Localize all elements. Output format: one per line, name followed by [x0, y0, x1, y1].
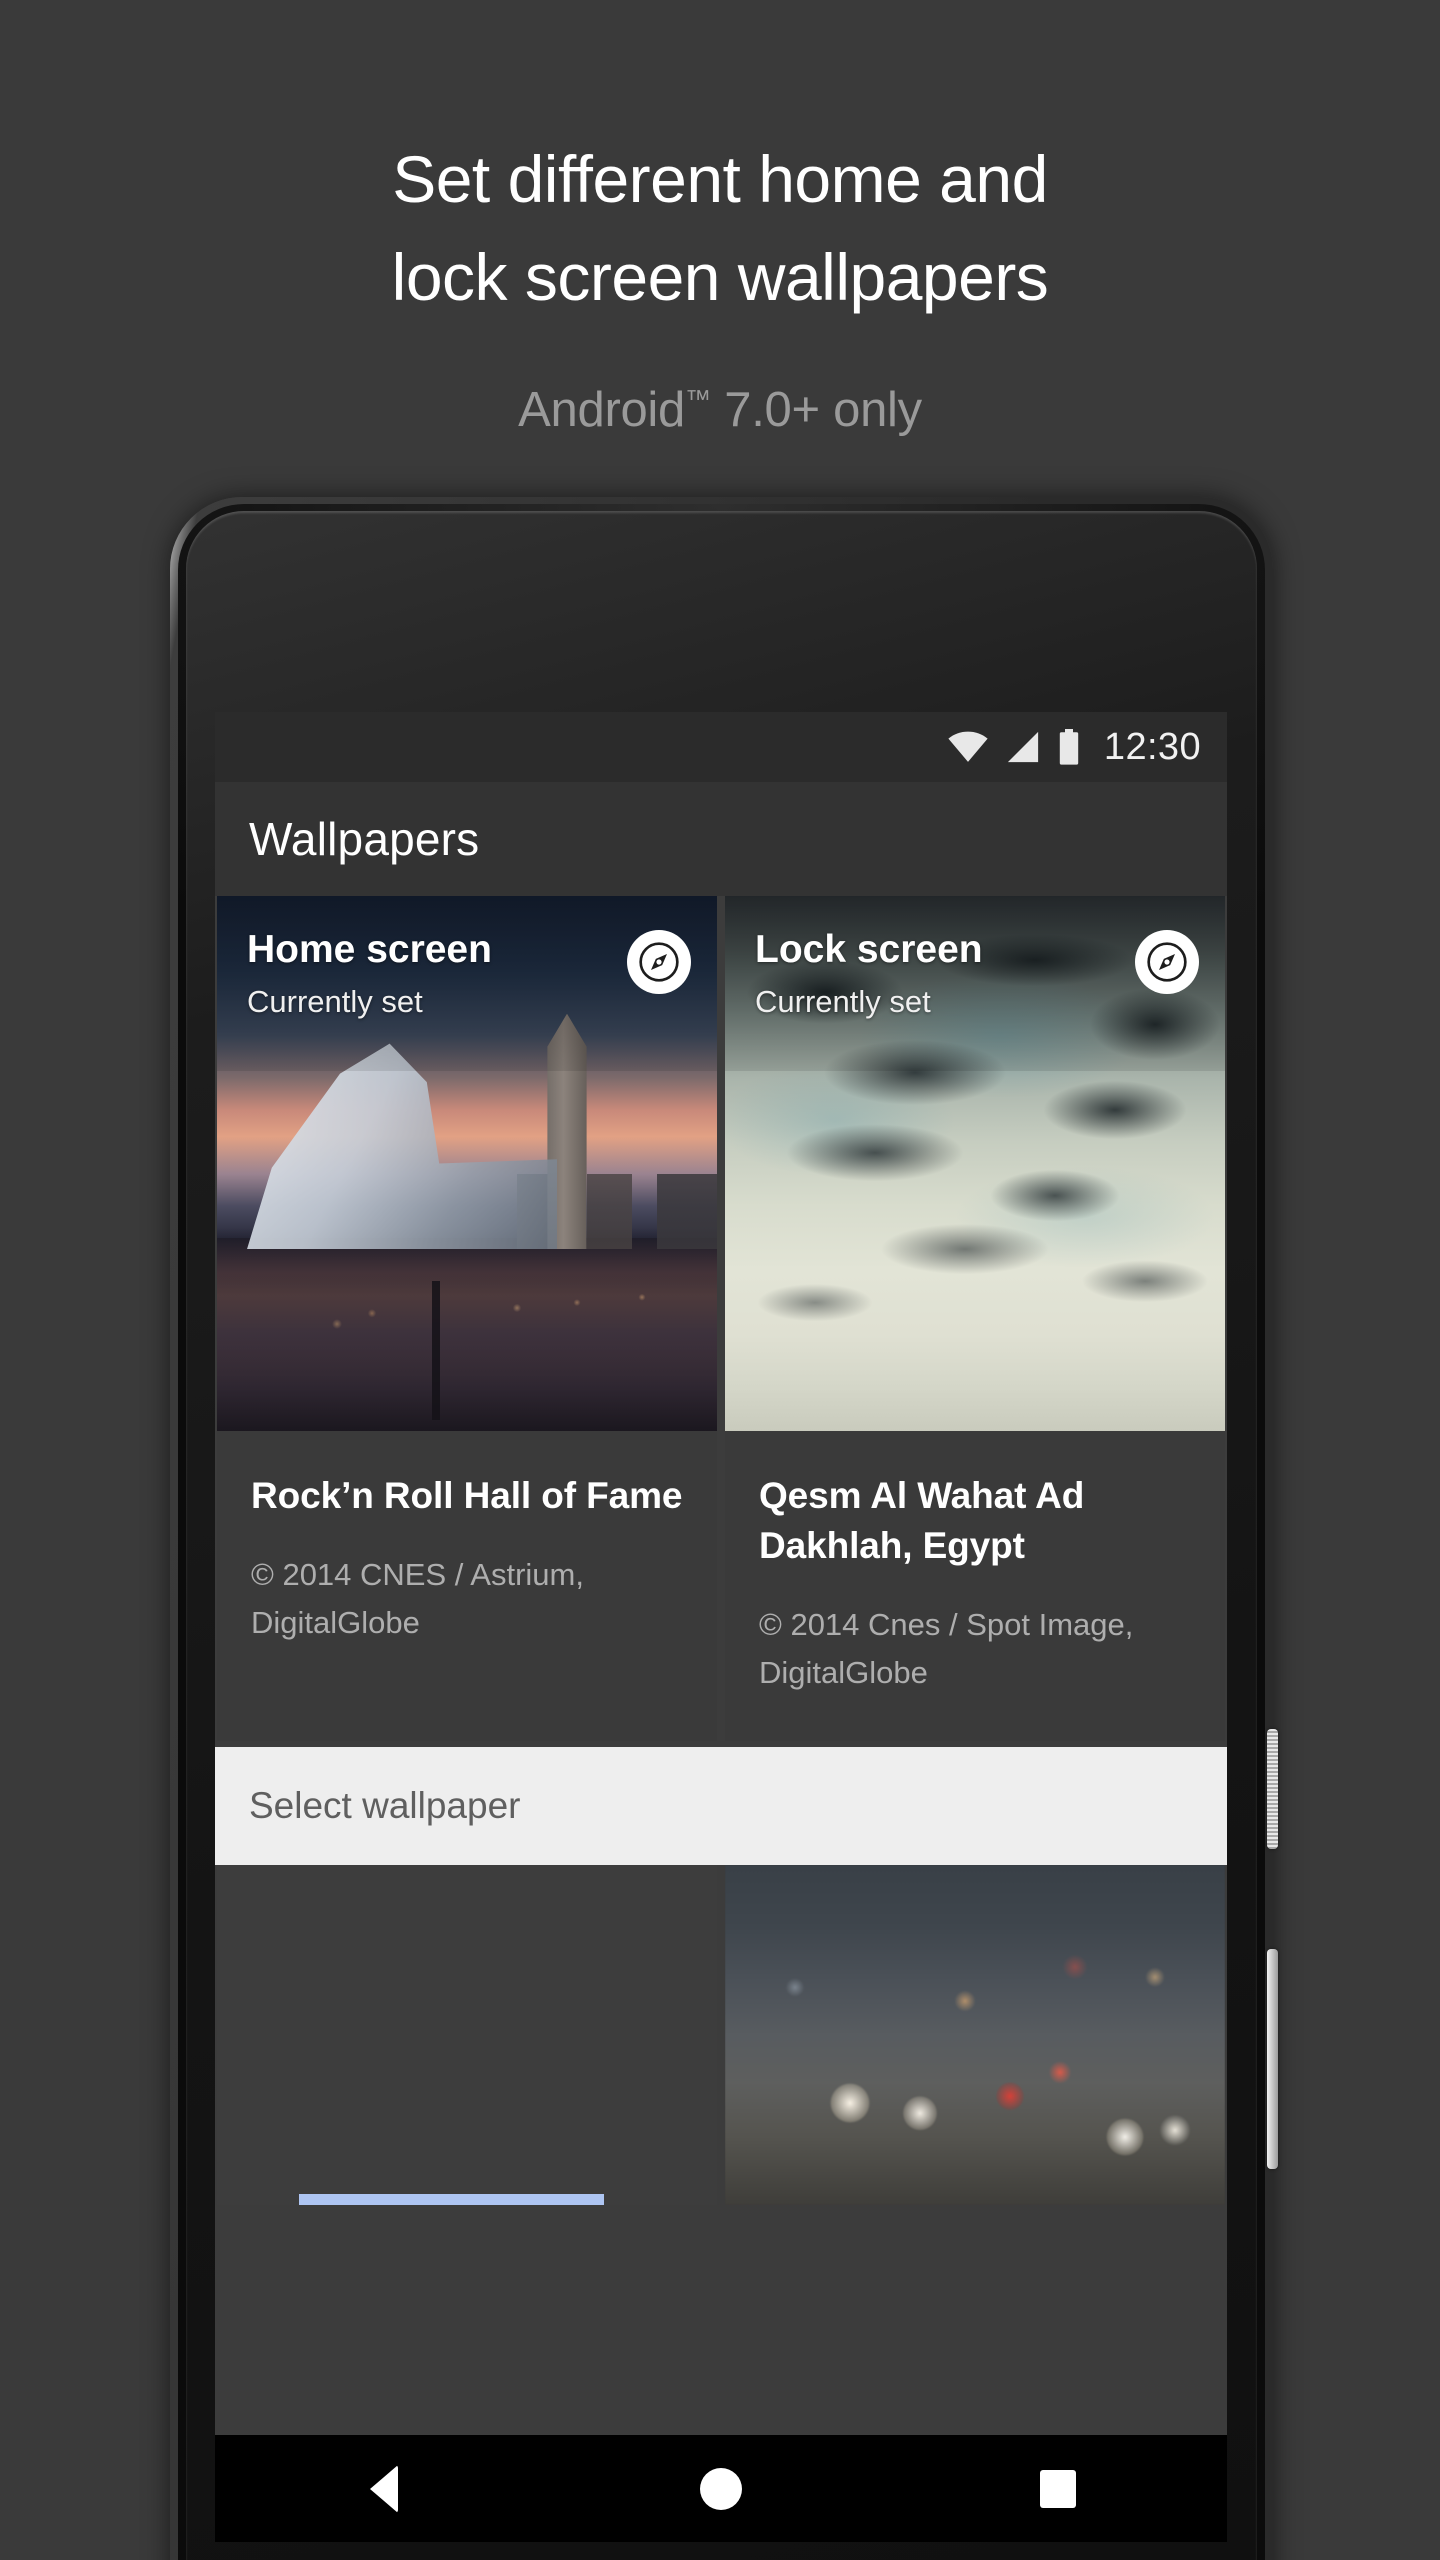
- promo-subtitle-prefix: Android: [518, 383, 685, 437]
- current-wallpapers-row: Home screen Currently set Rock’n Roll Ha…: [215, 896, 1227, 1741]
- lock-screen-wallpaper-meta: Qesm Al Wahat Ad Dakhlah, Egypt © 2014 C…: [725, 1431, 1225, 1741]
- lock-screen-labels: Lock screen Currently set: [755, 926, 983, 1024]
- wallpaper-thumbnail-grid: [215, 1865, 1227, 2205]
- page-title: Wallpapers: [249, 813, 480, 865]
- wallpaper-thumbnail-city-bokeh[interactable]: [725, 1865, 1225, 2205]
- home-screen-explore-button[interactable]: [627, 930, 691, 994]
- app-bar: Wallpapers: [215, 782, 1227, 896]
- android-navigation-bar: [215, 2435, 1227, 2542]
- lock-screen-state-label: Currently set: [755, 984, 931, 1019]
- home-screen-state-label: Currently set: [247, 984, 423, 1019]
- lock-screen-overlay: Lock screen Currently set: [725, 896, 1225, 1071]
- promo-header: Set different home and lock screen wallp…: [0, 0, 1440, 445]
- home-screen-wallpaper-meta: Rock’n Roll Hall of Fame © 2014 CNES / A…: [217, 1431, 717, 1741]
- thumbnail-progress-bar: [299, 2194, 604, 2205]
- home-screen-wallpaper-preview[interactable]: Home screen Currently set: [217, 896, 717, 1431]
- nav-recents-button[interactable]: [1003, 2435, 1113, 2542]
- lock-screen-wallpaper-preview[interactable]: Lock screen Currently set: [725, 896, 1225, 1431]
- select-wallpaper-label: Select wallpaper: [249, 1785, 521, 1826]
- home-screen-overlay: Home screen Currently set: [217, 896, 717, 1071]
- promo-title-line-1: Set different home and: [392, 142, 1048, 216]
- home-screen-wallpaper-credit: © 2014 CNES / Astrium, DigitalGlobe: [251, 1557, 584, 1640]
- home-screen-wallpaper-card[interactable]: Home screen Currently set Rock’n Roll Ha…: [217, 896, 717, 1741]
- wallpaper-decor-water: [217, 1238, 717, 1431]
- promo-title-line-2: lock screen wallpapers: [391, 240, 1049, 314]
- home-screen-kind-label: Home screen: [247, 928, 492, 971]
- trademark-symbol: ™: [684, 384, 711, 414]
- home-screen-wallpaper-name: Rock’n Roll Hall of Fame: [251, 1475, 683, 1516]
- promo-subtitle: Android™ 7.0+ only: [0, 364, 1440, 445]
- promo-subtitle-suffix: 7.0+ only: [710, 383, 922, 437]
- select-wallpaper-section-header: Select wallpaper: [215, 1747, 1227, 1865]
- status-bar-clock: 12:30: [1103, 725, 1201, 768]
- home-screen-labels: Home screen Currently set: [247, 926, 492, 1024]
- home-circle-icon: [699, 2467, 742, 2510]
- wallpaper-decor-piling: [432, 1281, 440, 1421]
- lock-screen-wallpaper-credit: © 2014 Cnes / Spot Image, DigitalGlobe: [759, 1607, 1134, 1690]
- battery-icon: [1059, 729, 1079, 765]
- lock-screen-wallpaper-card[interactable]: Lock screen Currently set Qesm Al Wahat …: [725, 896, 1225, 1741]
- volume-rocker-button[interactable]: [1267, 1949, 1278, 2169]
- wifi-icon: [948, 731, 988, 762]
- wallpaper-thumbnail-loading[interactable]: [217, 1865, 717, 2205]
- explore-compass-icon: [1147, 942, 1187, 982]
- promo-title: Set different home and lock screen wallp…: [0, 130, 1440, 326]
- cellular-signal-icon: [1007, 731, 1039, 763]
- recents-square-icon: [1040, 2469, 1077, 2508]
- explore-compass-icon: [639, 942, 679, 982]
- phone-screen: 12:30 Wallpapers Home screen Currently s…: [215, 712, 1227, 2542]
- nav-back-button[interactable]: [329, 2435, 439, 2542]
- lock-screen-kind-label: Lock screen: [755, 928, 983, 971]
- power-button[interactable]: [1267, 1729, 1278, 1849]
- lock-screen-wallpaper-name: Qesm Al Wahat Ad Dakhlah, Egypt: [759, 1475, 1085, 1566]
- nav-home-button[interactable]: [666, 2435, 776, 2542]
- thumbnail-image-city-bokeh: [725, 1865, 1225, 2205]
- lock-screen-explore-button[interactable]: [1135, 930, 1199, 994]
- back-triangle-icon: [369, 2464, 398, 2513]
- status-bar: 12:30: [215, 712, 1227, 782]
